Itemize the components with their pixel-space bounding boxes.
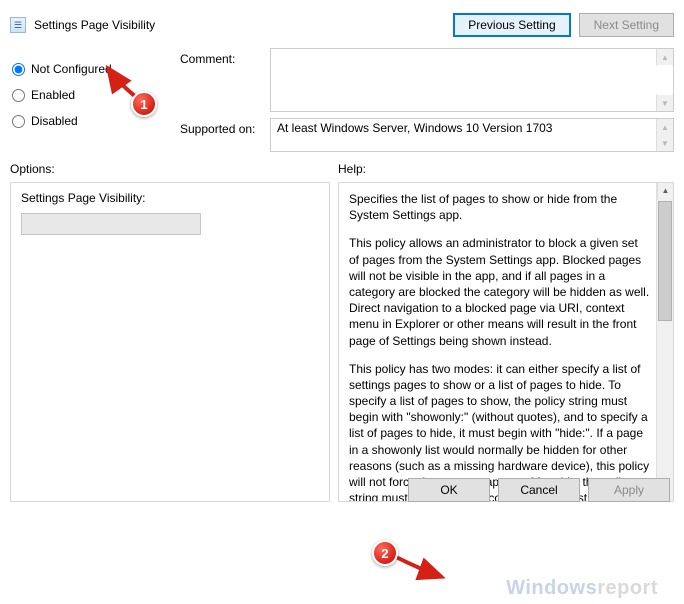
option-item-input[interactable] [21, 213, 201, 235]
options-panel: Settings Page Visibility: [10, 182, 330, 502]
options-heading: Options: [10, 162, 330, 180]
comment-textarea[interactable]: ▲ ▼ [270, 48, 674, 112]
radio-disabled[interactable]: Disabled [10, 108, 170, 134]
radio-enabled-label: Enabled [31, 88, 75, 102]
watermark: Windowsreport [506, 577, 658, 600]
radio-enabled-input[interactable] [12, 89, 25, 102]
help-panel: Specifies the list of pages to show or h… [338, 182, 674, 502]
help-paragraph: This policy allows an administrator to b… [349, 235, 651, 348]
option-item-label: Settings Page Visibility: [21, 191, 319, 205]
cancel-button[interactable]: Cancel [498, 478, 580, 502]
radio-not-configured[interactable]: Not Configured [10, 56, 170, 82]
help-heading: Help: [338, 162, 674, 180]
radio-disabled-label: Disabled [31, 114, 78, 128]
help-scrollbar[interactable]: ▲ ▼ [656, 183, 673, 501]
scroll-up-icon: ▲ [656, 119, 673, 135]
radio-disabled-input[interactable] [12, 115, 25, 128]
scroll-up-icon[interactable]: ▲ [657, 183, 673, 200]
comment-label: Comment: [180, 48, 264, 112]
radio-not-configured-label: Not Configured [31, 62, 112, 76]
watermark-part2: report [597, 577, 658, 599]
scroll-down-icon: ▼ [656, 135, 673, 151]
annotation-arrow-icon [390, 551, 450, 591]
help-paragraph: Specifies the list of pages to show or h… [349, 191, 651, 223]
window-title: Settings Page Visibility [34, 18, 155, 32]
radio-not-configured-input[interactable] [12, 63, 25, 76]
ok-button[interactable]: OK [408, 478, 490, 502]
scroll-down-icon: ▼ [656, 95, 673, 111]
radio-enabled[interactable]: Enabled [10, 82, 170, 108]
watermark-part1: indows [525, 577, 597, 599]
scroll-up-icon: ▲ [656, 49, 673, 65]
annotation-number: 2 [372, 540, 398, 566]
annotation-callout-2: 2 [372, 540, 398, 566]
supported-on-label: Supported on: [180, 118, 264, 152]
next-setting-button[interactable]: Next Setting [579, 13, 674, 37]
previous-setting-button[interactable]: Previous Setting [453, 13, 570, 37]
apply-button[interactable]: Apply [588, 478, 670, 502]
supported-on-box: At least Windows Server, Windows 10 Vers… [270, 118, 674, 152]
policy-icon: ☰ [10, 17, 26, 33]
supported-on-value: At least Windows Server, Windows 10 Vers… [277, 121, 552, 135]
watermark-w: W [506, 577, 525, 599]
scroll-track[interactable] [657, 322, 673, 484]
scroll-thumb[interactable] [658, 201, 672, 321]
